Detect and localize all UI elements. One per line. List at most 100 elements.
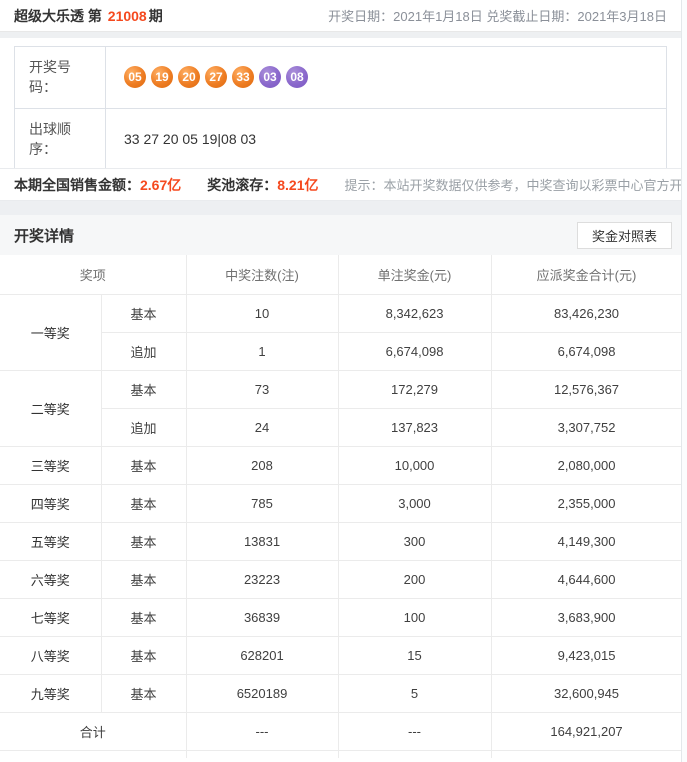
front-ball: 05: [124, 66, 146, 88]
disclaimer-hint: 提示：本站开奖数据仅供参考，中奖查询以彩票中心官方开奖信息为准: [345, 175, 683, 194]
prize-type: 基本: [101, 522, 186, 560]
winner-count: 6520189: [186, 674, 338, 712]
winner-count: 13831: [186, 522, 338, 560]
total-prize: 2,355,000: [491, 484, 682, 522]
total-single-prize: ---: [338, 712, 491, 750]
winner-count: 208: [186, 446, 338, 484]
prize-compare-button[interactable]: 奖金对照表: [577, 222, 672, 249]
sales-amount-label: 本期全国销售金额：: [14, 177, 140, 193]
single-prize: 3,000: [338, 484, 491, 522]
col-total-prize: 应派奖金合计(元): [491, 255, 682, 294]
divider: [0, 201, 681, 215]
col-single-prize: 单注奖金(元): [338, 255, 491, 294]
prize-name: 一等奖: [0, 294, 101, 370]
single-prize: 6,674,098: [338, 332, 491, 370]
prize-type: 追加: [101, 332, 186, 370]
total-prize: 3,683,900: [491, 598, 682, 636]
issue-suffix: 期: [149, 8, 163, 24]
prize-type: 追加: [101, 408, 186, 446]
table-row: 一等奖 基本 10 8,342,623 83,426,230: [0, 294, 682, 332]
table-row: 二等奖 基本 73 172,279 12,576,367: [0, 370, 682, 408]
table-row: 八等奖 基本 628201 15 9,423,015: [0, 636, 682, 674]
sales-info-bar: 本期全国销售金额：2.67亿 奖池滚存：8.21亿 提示：本站开奖数据仅供参考，…: [0, 168, 681, 201]
winner-count: 785: [186, 484, 338, 522]
total-prize: 2,080,000: [491, 446, 682, 484]
total-prize: 12,576,367: [491, 370, 682, 408]
table-header-row: 奖项 中奖注数(注) 单注奖金(元) 应派奖金合计(元): [0, 255, 682, 294]
table-row: 七等奖 基本 36839 100 3,683,900: [0, 598, 682, 636]
prize-type: 基本: [101, 560, 186, 598]
sales-amount: 本期全国销售金额：2.67亿: [14, 175, 181, 195]
back-ball: 03: [259, 66, 281, 88]
winner-count: 73: [186, 370, 338, 408]
winner-count: 628201: [186, 636, 338, 674]
single-prize: 10,000: [338, 446, 491, 484]
draw-numbers-row: 开奖号码： 05192027330308: [15, 47, 667, 109]
details-title: 开奖详情: [14, 225, 74, 246]
numbers-table: 开奖号码： 05192027330308 出球顺序： 33 27 20 05 1…: [14, 46, 667, 170]
prize-name: 四等奖: [0, 484, 101, 522]
details-section-header: 开奖详情 奖金对照表: [0, 215, 681, 255]
winner-count: 10: [186, 294, 338, 332]
prize-name: 五等奖: [0, 522, 101, 560]
total-prize: 83,426,230: [491, 294, 682, 332]
table-row: 九等奖 基本 6520189 5 32,600,945: [0, 674, 682, 712]
single-prize: 137,823: [338, 408, 491, 446]
prize-type: 基本: [101, 446, 186, 484]
prize-pool: 奖池滚存：8.21亿: [207, 175, 318, 195]
lottery-name: 超级大乐透 第: [14, 8, 106, 24]
ball-order-value: 33 27 20 05 19|08 03: [106, 108, 667, 170]
single-prize: 8,342,623: [338, 294, 491, 332]
prize-pool-label: 奖池滚存：: [207, 177, 277, 193]
single-prize: 15: [338, 636, 491, 674]
prize-type: 基本: [101, 674, 186, 712]
table-row: 五等奖 基本 13831 300 4,149,300: [0, 522, 682, 560]
table-row: 三等奖 基本 208 10,000 2,080,000: [0, 446, 682, 484]
single-prize: 100: [338, 598, 491, 636]
single-prize: 300: [338, 522, 491, 560]
prize-name: 八等奖: [0, 636, 101, 674]
total-row: 合计 --- --- 164,921,207: [0, 712, 682, 750]
ball-order-row: 出球顺序： 33 27 20 05 19|08 03: [15, 108, 667, 170]
prize-type: 基本: [101, 370, 186, 408]
total-prize: 4,149,300: [491, 522, 682, 560]
total-prize: 3,307,752: [491, 408, 682, 446]
prize-name: 七等奖: [0, 598, 101, 636]
col-winner-count: 中奖注数(注): [186, 255, 338, 294]
front-ball: 27: [205, 66, 227, 88]
winner-count: 23223: [186, 560, 338, 598]
prize-name: 六等奖: [0, 560, 101, 598]
single-prize: 172,279: [338, 370, 491, 408]
draw-numbers-label: 开奖号码：: [15, 47, 106, 109]
prize-type: 基本: [101, 598, 186, 636]
total-prize: 4,644,600: [491, 560, 682, 598]
prize-type: 基本: [101, 484, 186, 522]
single-prize: 200: [338, 560, 491, 598]
table-row: 六等奖 基本 23223 200 4,644,600: [0, 560, 682, 598]
prize-name: 九等奖: [0, 674, 101, 712]
front-ball: 33: [232, 66, 254, 88]
single-prize: 5: [338, 674, 491, 712]
winner-count: 24: [186, 408, 338, 446]
winning-numbers-panel: 开奖号码： 05192027330308 出球顺序： 33 27 20 05 1…: [0, 38, 681, 168]
table-row: 四等奖 基本 785 3,000 2,355,000: [0, 484, 682, 522]
ball-order-label: 出球顺序：: [15, 108, 106, 170]
total-prize: 9,423,015: [491, 636, 682, 674]
table-row: 追加 1 6,674,098 6,674,098: [0, 332, 682, 370]
draw-dates: 开奖日期：2021年1月18日 兑奖截止日期：2021年3月18日: [328, 6, 667, 25]
winner-count: 1: [186, 332, 338, 370]
total-prize: 32,600,945: [491, 674, 682, 712]
table-row-cutoff: [0, 750, 682, 758]
total-label: 合计: [0, 712, 186, 750]
col-prize: 奖项: [0, 255, 186, 294]
lottery-result-page: 超级大乐透 第 21008期 开奖日期：2021年1月18日 兑奖截止日期：20…: [0, 0, 682, 762]
prize-type: 基本: [101, 294, 186, 332]
prize-name: 二等奖: [0, 370, 101, 446]
table-row: 追加 24 137,823 3,307,752: [0, 408, 682, 446]
prize-pool-value: 8.21亿: [277, 177, 318, 193]
draw-numbers-balls: 05192027330308: [106, 47, 667, 109]
prize-name: 三等奖: [0, 446, 101, 484]
prize-details-table: 奖项 中奖注数(注) 单注奖金(元) 应派奖金合计(元) 一等奖 基本 10 8…: [0, 255, 682, 758]
prize-type: 基本: [101, 636, 186, 674]
topbar: 超级大乐透 第 21008期 开奖日期：2021年1月18日 兑奖截止日期：20…: [0, 0, 681, 32]
